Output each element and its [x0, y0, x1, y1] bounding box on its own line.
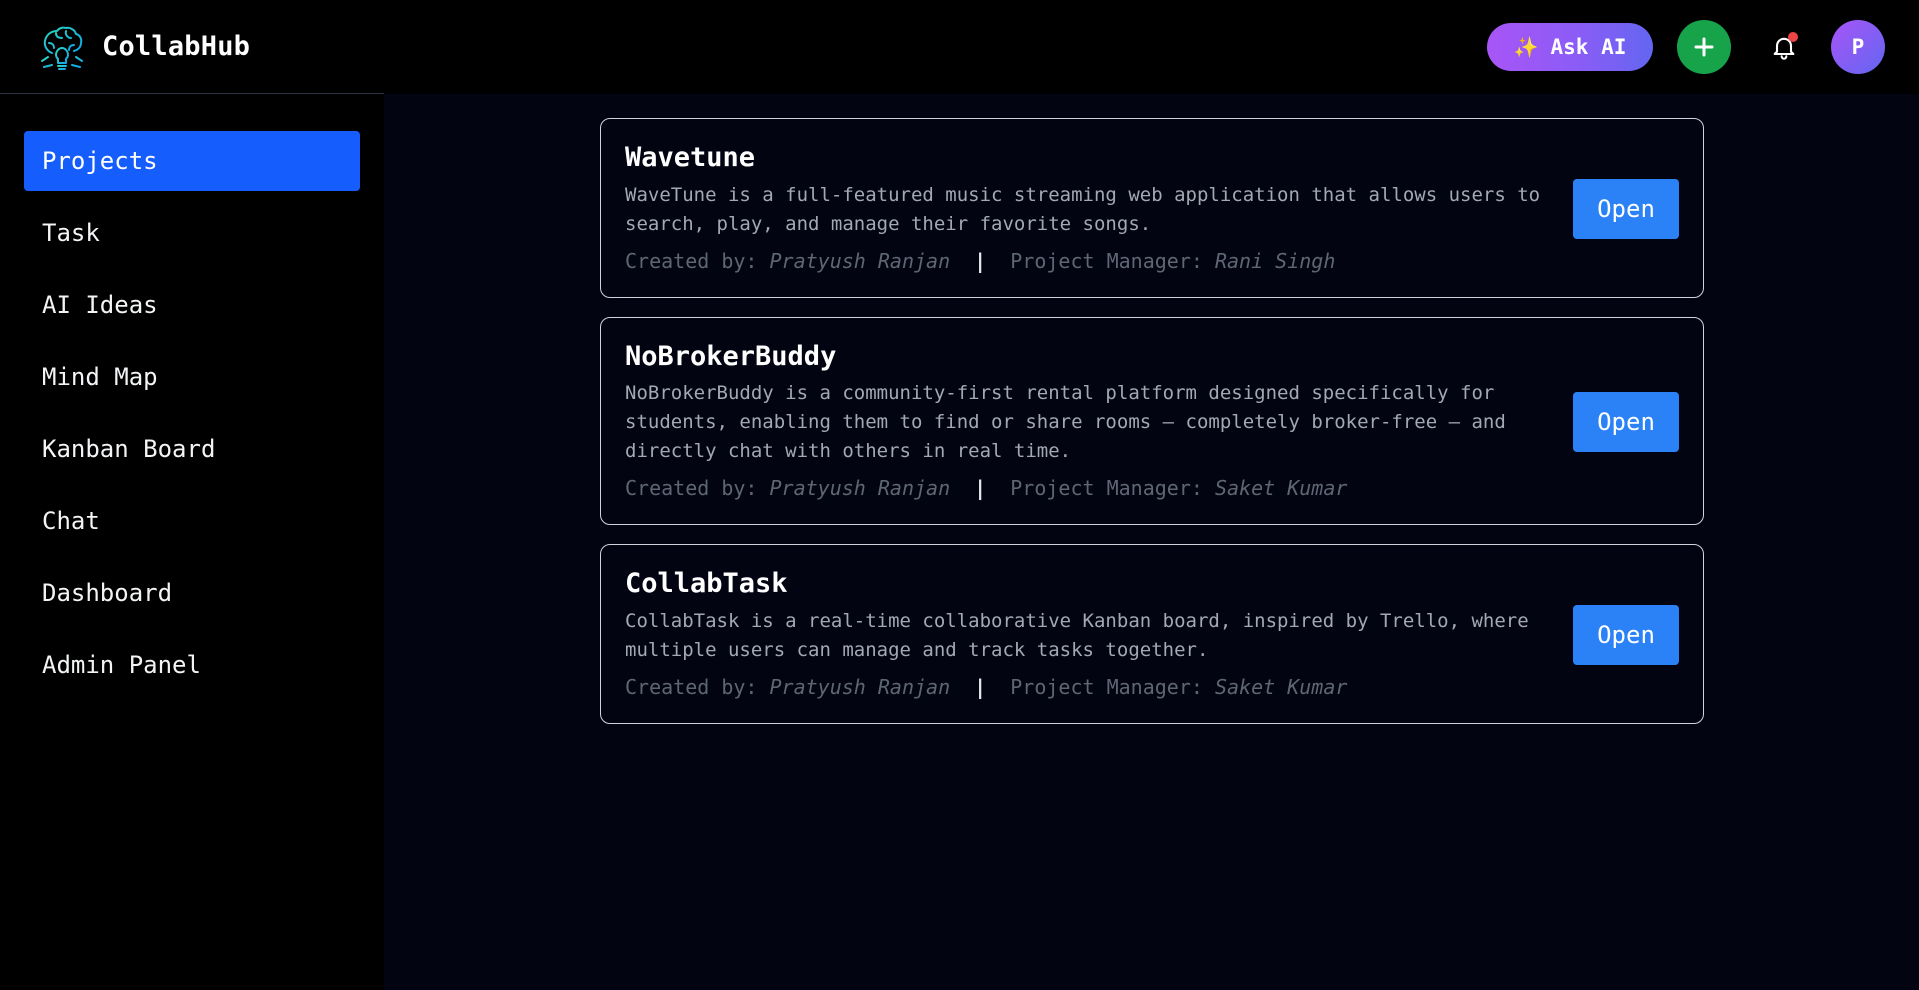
project-description: WaveTune is a full-featured music stream… — [625, 183, 1541, 235]
created-by-name: Pratyush Ranjan — [769, 476, 951, 501]
sidebar-item-projects[interactable]: Projects — [24, 131, 360, 191]
project-manager-name: Saket Kumar — [1214, 675, 1348, 700]
plus-icon — [1694, 37, 1714, 57]
project-info: NoBrokerBuddy NoBrokerBuddy is a communi… — [625, 340, 1549, 503]
meta-separator: | — [974, 675, 987, 700]
header-actions: ✨ Ask AI P — [1487, 20, 1885, 74]
project-manager-label: Project Manager: — [1010, 248, 1203, 273]
project-meta: Created by: Pratyush Ranjan | Project Ma… — [625, 673, 1549, 701]
sparkles-icon: ✨ — [1513, 35, 1539, 59]
avatar[interactable]: P — [1831, 20, 1885, 74]
open-project-button[interactable]: Open — [1573, 178, 1679, 239]
notifications-button[interactable] — [1757, 20, 1811, 74]
sidebar-item-label: Kanban Board — [42, 435, 216, 463]
sidebar-item-dashboard[interactable]: Dashboard — [24, 563, 360, 623]
brain-lightbulb-icon — [41, 26, 83, 70]
project-manager-name: Rani Singh — [1214, 248, 1336, 273]
notification-dot — [1788, 32, 1798, 42]
sidebar-item-task[interactable]: Task — [24, 203, 360, 263]
sidebar-item-label: Task — [42, 219, 100, 247]
open-project-button[interactable]: Open — [1573, 392, 1679, 453]
app-name: CollabHub — [102, 31, 251, 62]
project-title: Wavetune — [625, 142, 756, 173]
meta-separator: | — [974, 248, 987, 273]
created-by-name: Pratyush Ranjan — [769, 675, 951, 700]
top-header: CollabHub ✨ Ask AI P — [0, 0, 1919, 94]
open-project-button[interactable]: Open — [1573, 605, 1679, 666]
project-card: Wavetune WaveTune is a full-featured mus… — [600, 118, 1704, 298]
sidebar: Projects Task AI Ideas Mind Map Kanban B… — [0, 95, 384, 990]
sidebar-item-admin-panel[interactable]: Admin Panel — [24, 635, 360, 695]
sidebar-item-chat[interactable]: Chat — [24, 491, 360, 551]
project-info: CollabTask CollabTask is a real-time col… — [625, 569, 1549, 701]
project-description: CollabTask is a real-time collaborative … — [625, 610, 1529, 662]
sidebar-item-mind-map[interactable]: Mind Map — [24, 347, 360, 407]
sidebar-item-label: Projects — [42, 147, 158, 175]
project-description: NoBrokerBuddy is a community-first renta… — [625, 382, 1506, 463]
avatar-initial: P — [1851, 35, 1865, 59]
sidebar-item-label: AI Ideas — [42, 291, 158, 319]
sidebar-item-ai-ideas[interactable]: AI Ideas — [24, 275, 360, 335]
add-button[interactable] — [1677, 20, 1731, 74]
project-list: Wavetune WaveTune is a full-featured mus… — [600, 118, 1704, 743]
sidebar-item-kanban-board[interactable]: Kanban Board — [24, 419, 360, 479]
created-by-label: Created by: — [625, 248, 758, 273]
created-by-name: Pratyush Ranjan — [769, 248, 951, 273]
project-manager-label: Project Manager: — [1010, 476, 1203, 501]
created-by-label: Created by: — [625, 476, 758, 501]
sidebar-item-label: Admin Panel — [42, 651, 201, 679]
project-title: NoBrokerBuddy — [625, 340, 837, 372]
ask-ai-label: Ask AI — [1550, 35, 1627, 59]
project-info: Wavetune WaveTune is a full-featured mus… — [625, 143, 1549, 275]
created-by-label: Created by: — [625, 675, 758, 700]
project-meta: Created by: Pratyush Ranjan | Project Ma… — [625, 247, 1549, 275]
sidebar-item-label: Mind Map — [42, 363, 158, 391]
ask-ai-button[interactable]: ✨ Ask AI — [1487, 23, 1653, 71]
brand[interactable]: CollabHub — [0, 0, 384, 94]
project-card: NoBrokerBuddy NoBrokerBuddy is a communi… — [600, 316, 1704, 526]
main-content: Wavetune WaveTune is a full-featured mus… — [384, 94, 1919, 990]
sidebar-item-label: Dashboard — [42, 579, 173, 607]
sidebar-item-label: Chat — [42, 507, 100, 535]
project-meta: Created by: Pratyush Ranjan | Project Ma… — [625, 474, 1549, 502]
project-card: CollabTask CollabTask is a real-time col… — [600, 544, 1704, 725]
project-manager-label: Project Manager: — [1010, 675, 1203, 700]
project-manager-name: Saket Kumar — [1214, 476, 1348, 501]
meta-separator: | — [974, 476, 987, 501]
project-title: CollabTask — [625, 568, 788, 600]
